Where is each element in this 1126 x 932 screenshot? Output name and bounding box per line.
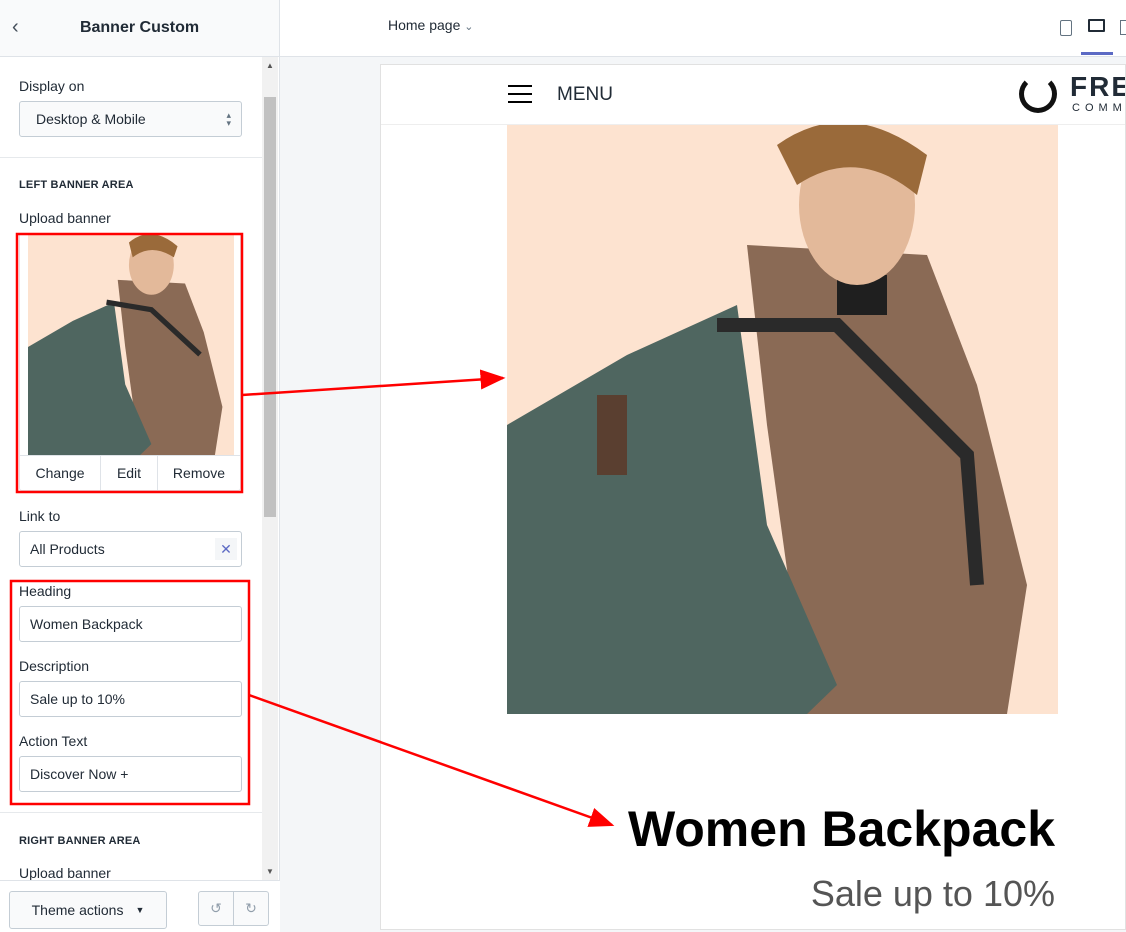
annotation-box-text	[9, 579, 251, 806]
annotation-box-image	[15, 232, 244, 494]
annotation-arrow-image	[241, 369, 506, 397]
annotation-arrow-text	[248, 693, 615, 827]
annotation-overlay	[9, 232, 615, 827]
